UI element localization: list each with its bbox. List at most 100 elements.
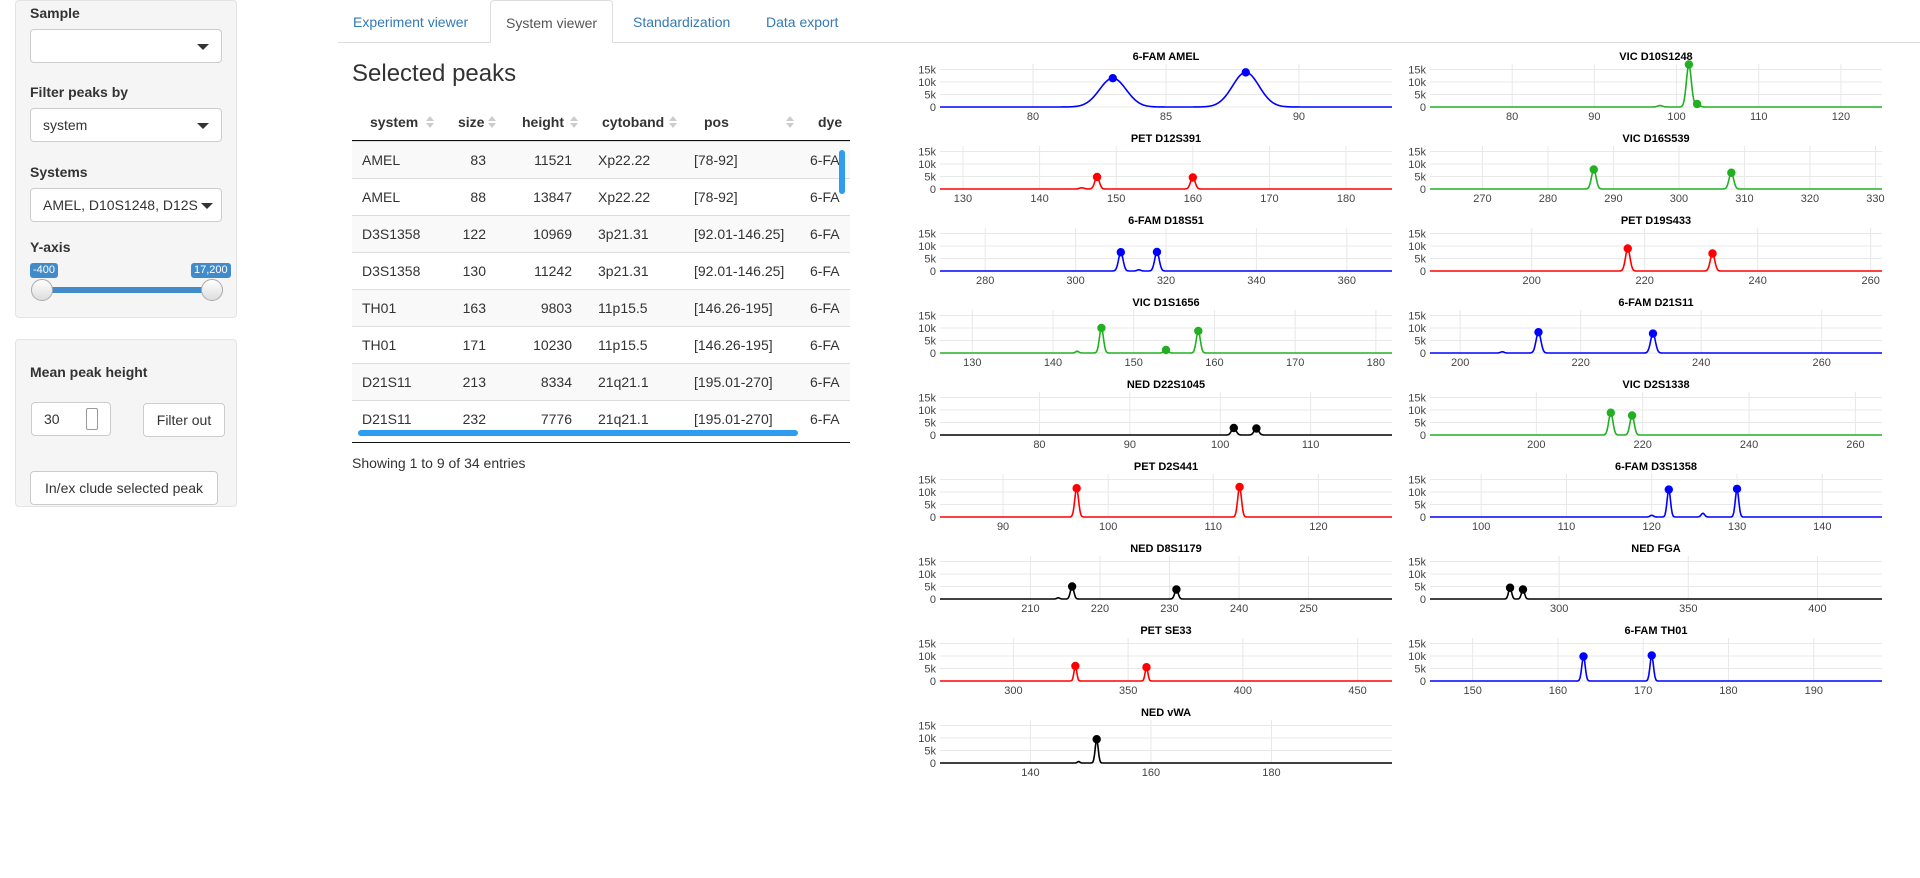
- chart-6-fam-d18s51: 6-FAM D18S51 05k10k15k 280 300 320 340 360: [918, 215, 1392, 287]
- tab-standardization[interactable]: Standardization: [618, 0, 745, 42]
- y-tick-label: 5k: [1414, 500, 1426, 512]
- y-tick-label: 5k: [924, 746, 936, 758]
- horizontal-scroll-thumb[interactable]: [358, 430, 798, 436]
- spinner-icon[interactable]: [86, 408, 98, 430]
- col-height[interactable]: height: [522, 104, 564, 140]
- cell-cytoband: Xp22.22: [598, 152, 651, 168]
- col-cytoband[interactable]: cytoband: [602, 104, 664, 140]
- mean-peak-input[interactable]: 30: [31, 402, 111, 436]
- cell-height: 13847: [533, 189, 572, 205]
- table-row[interactable]: AMEL 83 11521 Xp22.22 [78-92] 6-FA: [352, 141, 850, 178]
- vertical-scrollbar[interactable]: [839, 142, 847, 374]
- series-line: [1430, 486, 1882, 518]
- peak-marker: [1647, 651, 1656, 660]
- table-row[interactable]: TH01 171 10230 11p15.5 [146.26-195] 6-FA: [352, 326, 850, 363]
- cell-size: 122: [462, 226, 486, 242]
- y-tick-label: 0: [1420, 430, 1426, 442]
- x-tick-label: 170: [1286, 357, 1304, 369]
- table-row[interactable]: D3S1358 122 10969 3p21.31 [92.01-146.25] 6-FA: [352, 215, 850, 252]
- y-tick-label: 5k: [924, 336, 936, 348]
- filter-select[interactable]: system: [30, 108, 222, 142]
- yaxis-min-tag: -400: [30, 263, 59, 278]
- x-tick-label: 250: [1299, 603, 1317, 615]
- x-tick-label: 180: [1337, 193, 1355, 205]
- peak-marker: [1606, 408, 1615, 417]
- yaxis-slider-track[interactable]: [42, 287, 212, 293]
- chart-pet-d2s441: PET D2S441 05k10k15k 90 100 110 120: [918, 461, 1392, 533]
- x-tick-label: 80: [1027, 111, 1039, 123]
- y-tick-label: 10k: [1408, 569, 1426, 581]
- x-tick-label: 130: [954, 193, 972, 205]
- y-tick-label: 10k: [918, 733, 936, 745]
- peaks-table: system size height cytoband pos dye AMEL…: [352, 104, 850, 443]
- cell-dye: 6-FA: [810, 411, 840, 427]
- y-tick-label: 5k: [924, 254, 936, 266]
- caret-down-icon: [197, 44, 209, 50]
- y-tick-label: 15k: [918, 393, 936, 405]
- col-pos[interactable]: pos: [704, 104, 729, 140]
- tab-data-export[interactable]: Data export: [751, 0, 853, 42]
- peak-marker: [1534, 327, 1543, 337]
- y-tick-label: 15k: [1408, 639, 1426, 651]
- cell-system: D3S1358: [362, 263, 421, 279]
- sort-icon[interactable]: [426, 116, 434, 128]
- inex-clude-peak-button[interactable]: In/ex clude selected peak: [30, 471, 218, 505]
- chart-6-fam-th01: 6-FAM TH01 05k10k15k 150 160 170 180 190: [1408, 625, 1882, 697]
- col-size[interactable]: size: [458, 104, 484, 140]
- cell-height: 11521: [534, 152, 572, 168]
- y-tick-label: 5k: [924, 418, 936, 430]
- y-tick-label: 15k: [918, 557, 936, 569]
- cell-size: 130: [462, 263, 486, 279]
- chart-pet-d12s391: PET D12S391 05k10k15k 130 140 150 160 170 180: [918, 133, 1392, 205]
- table-row[interactable]: AMEL 88 13847 Xp22.22 [78-92] 6-FA: [352, 178, 850, 215]
- col-dye[interactable]: dye: [818, 104, 842, 140]
- tab-experiment-viewer[interactable]: Experiment viewer: [338, 0, 483, 42]
- table-title: Selected peaks: [352, 60, 517, 87]
- x-tick-label: 350: [1679, 603, 1697, 615]
- cell-pos: [146.26-195]: [694, 300, 773, 316]
- peak-marker: [1648, 329, 1658, 338]
- chart-title: NED D22S1045: [1127, 379, 1205, 391]
- sample-label: Sample: [30, 5, 80, 21]
- x-tick-label: 150: [1125, 357, 1143, 369]
- x-tick-label: 200: [1527, 439, 1545, 451]
- peak-marker: [1732, 484, 1742, 494]
- col-system[interactable]: system: [370, 104, 418, 140]
- sort-icon[interactable]: [488, 116, 496, 128]
- chart-pet-se33: PET SE33 05k10k15k 300 350 400 450: [918, 625, 1392, 697]
- cell-size: 213: [462, 374, 486, 390]
- systems-select[interactable]: AMEL, D10S1248, D12S: [30, 188, 222, 222]
- table-row[interactable]: D21S11 213 8334 21q21.1 [195.01-270] 6-FA: [352, 363, 850, 400]
- filter-out-button[interactable]: Filter out: [143, 403, 225, 437]
- sample-select[interactable]: [30, 29, 222, 63]
- table-row[interactable]: TH01 163 9803 11p15.5 [146.26-195] 6-FA: [352, 289, 850, 326]
- peak-marker: [1092, 172, 1102, 182]
- sort-icon[interactable]: [570, 116, 578, 128]
- y-tick-label: 10k: [918, 159, 936, 171]
- x-tick-label: 110: [1558, 521, 1576, 533]
- x-tick-label: 180: [1262, 767, 1280, 779]
- x-tick-label: 400: [1234, 685, 1252, 697]
- x-tick-label: 300: [1066, 275, 1084, 287]
- y-tick-label: 15k: [1408, 147, 1426, 159]
- yaxis-max-tag: 17,200: [191, 263, 231, 278]
- peak-marker: [1072, 484, 1081, 493]
- series-line: [1430, 410, 1882, 436]
- yaxis-slider-min-handle[interactable]: [31, 279, 53, 301]
- chart-title: PET D19S433: [1621, 215, 1691, 227]
- x-tick-label: 190: [1805, 685, 1823, 697]
- peak-marker: [1708, 249, 1717, 258]
- tab-system-viewer[interactable]: System viewer: [490, 0, 614, 43]
- cell-height: 9803: [540, 300, 572, 316]
- caret-down-icon: [201, 203, 213, 209]
- cell-height: 8334: [540, 374, 572, 390]
- sort-icon[interactable]: [669, 116, 677, 128]
- chart-title: 6-FAM AMEL: [1133, 51, 1200, 63]
- mean-peak-label: Mean peak height: [30, 364, 148, 380]
- yaxis-slider-max-handle[interactable]: [201, 279, 223, 301]
- series-line: [1430, 247, 1882, 272]
- table-row[interactable]: D3S1358 130 11242 3p21.31 [92.01-146.25] 6-FA: [352, 252, 850, 289]
- vertical-scroll-thumb[interactable]: [839, 150, 845, 194]
- sort-icon[interactable]: [786, 116, 794, 128]
- y-tick-label: 15k: [1408, 65, 1426, 77]
